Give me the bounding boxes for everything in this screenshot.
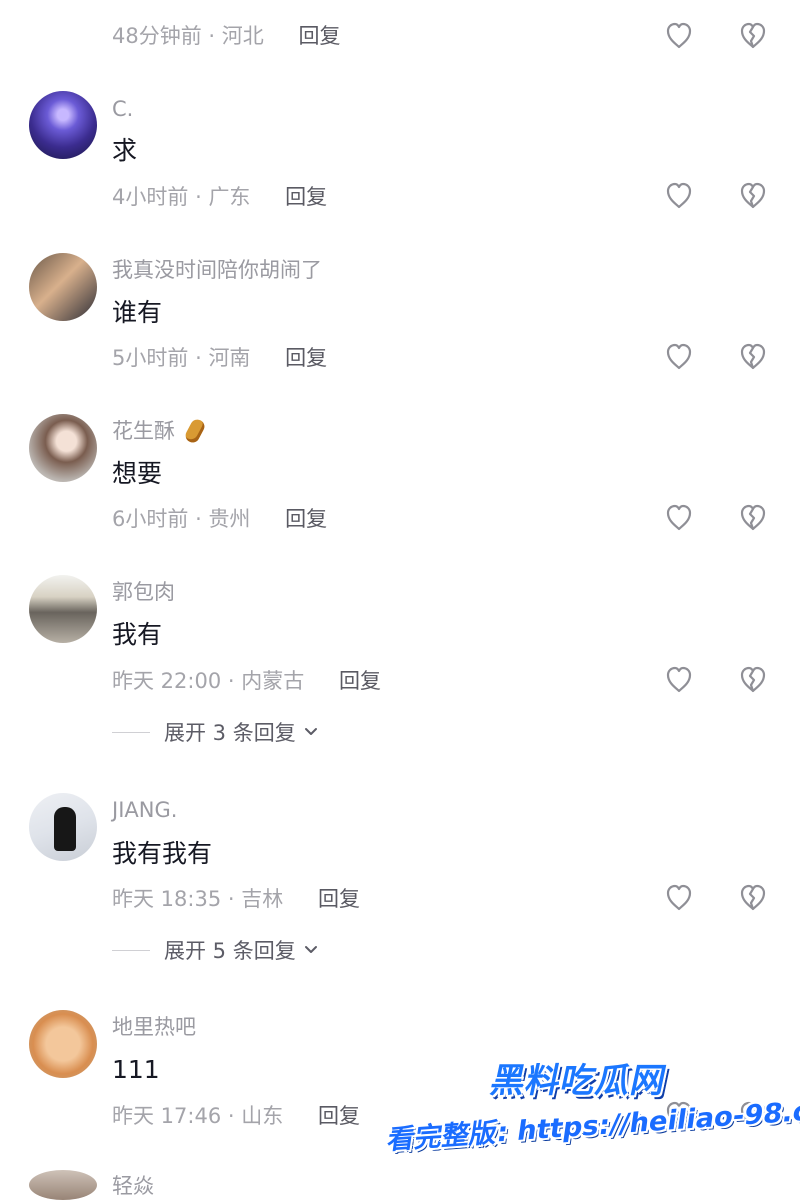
comment-time: 6小时前 — [112, 507, 189, 531]
meta-separator: · — [227, 887, 235, 911]
reply-button[interactable]: 回复 — [285, 343, 327, 373]
chevron-down-icon — [304, 727, 318, 737]
broken-heart-icon[interactable] — [738, 22, 768, 50]
watermark-title: 黑料吃瓜网 — [487, 1061, 671, 1101]
watermark: 黑料吃瓜网 看完整版: https://heiliao-98.com — [385, 1048, 800, 1168]
avatar[interactable] — [29, 1170, 97, 1200]
meta-separator: · — [208, 24, 216, 48]
expand-replies-label: 展开 3 条回复 — [164, 721, 296, 745]
meta-separator: · — [227, 1104, 235, 1128]
meta-separator: · — [195, 346, 202, 370]
heart-icon[interactable] — [664, 22, 694, 50]
avatar[interactable] — [29, 91, 97, 159]
comment-location: 吉林 — [241, 887, 284, 911]
comment-location: 河北 — [221, 24, 264, 48]
comment-location: 河南 — [208, 346, 251, 370]
comment-meta: 48分钟前 · 河北 回复 — [112, 21, 340, 51]
comment-text: 我有 — [112, 620, 163, 649]
comment-meta: 昨天 17:46 · 山东 回复 — [112, 1101, 360, 1131]
broken-heart-icon[interactable] — [738, 666, 768, 694]
avatar[interactable] — [29, 575, 97, 643]
comment-nickname[interactable]: 我真没时间陪你胡闹了 — [112, 257, 322, 283]
avatar[interactable] — [29, 414, 97, 482]
meta-separator: · — [227, 669, 235, 693]
comment-text: 我有我有 — [112, 839, 213, 868]
comment-nickname[interactable]: 郭包肉 — [112, 579, 175, 605]
comment-time: 5小时前 — [112, 346, 189, 370]
expand-replies-button[interactable]: 展开 5 条回复 — [112, 934, 318, 966]
expand-divider — [112, 949, 150, 951]
avatar[interactable] — [29, 253, 97, 321]
reply-button[interactable]: 回复 — [298, 21, 340, 51]
comments-screen: 48分钟前 · 河北 回复 C. 求 4小时前 · 广东 回复 我真没时间陪你胡… — [0, 0, 800, 1200]
comment-time: 48分钟前 — [112, 24, 202, 48]
comment-location: 内蒙古 — [241, 669, 305, 693]
comment-text: 111 — [112, 1055, 160, 1084]
broken-heart-icon[interactable] — [738, 182, 768, 210]
comment-time: 昨天 18:35 — [112, 887, 222, 911]
reply-button[interactable]: 回复 — [318, 884, 360, 914]
meta-separator: · — [195, 185, 202, 209]
comment-time: 昨天 22:00 — [112, 669, 222, 693]
comment-meta: 4小时前 · 广东 回复 — [112, 182, 327, 212]
comment-meta: 昨天 22:00 · 内蒙古 回复 — [112, 666, 381, 696]
avatar-figure — [54, 807, 76, 851]
comment-time: 4小时前 — [112, 185, 189, 209]
comment-meta: 6小时前 · 贵州 回复 — [112, 504, 327, 534]
avatar[interactable] — [29, 793, 97, 861]
comment-location: 贵州 — [208, 507, 251, 531]
comment-nickname[interactable]: 地里热吧 — [112, 1014, 196, 1040]
reply-button[interactable]: 回复 — [285, 182, 327, 212]
comment-meta: 5小时前 · 河南 回复 — [112, 343, 327, 373]
reply-button[interactable]: 回复 — [339, 666, 381, 696]
reply-button[interactable]: 回复 — [285, 504, 327, 534]
comment-nickname[interactable]: 花生酥 — [112, 417, 207, 445]
chevron-down-icon — [304, 945, 318, 955]
heart-icon[interactable] — [664, 666, 694, 694]
comment-text: 想要 — [112, 459, 163, 488]
expand-divider — [112, 731, 150, 733]
comment-location: 广东 — [208, 185, 251, 209]
peanut-icon — [182, 417, 207, 445]
comment-text: 谁有 — [112, 298, 163, 327]
comment-text: 求 — [112, 136, 138, 165]
expand-replies-button[interactable]: 展开 3 条回复 — [112, 716, 318, 748]
reply-button[interactable]: 回复 — [318, 1101, 360, 1131]
broken-heart-icon[interactable] — [738, 343, 768, 371]
broken-heart-icon[interactable] — [738, 884, 768, 912]
comment-meta: 昨天 18:35 · 吉林 回复 — [112, 884, 360, 914]
heart-icon[interactable] — [664, 884, 694, 912]
heart-icon[interactable] — [664, 343, 694, 371]
avatar[interactable] — [29, 1010, 97, 1078]
broken-heart-icon[interactable] — [738, 1101, 768, 1129]
nickname-text: 花生酥 — [112, 419, 175, 443]
heart-icon[interactable] — [664, 1101, 694, 1129]
comment-nickname[interactable]: JIANG. — [112, 797, 177, 823]
comment-nickname[interactable]: C. — [112, 96, 133, 122]
heart-icon[interactable] — [664, 182, 694, 210]
expand-replies-label: 展开 5 条回复 — [164, 939, 296, 963]
broken-heart-icon[interactable] — [738, 504, 768, 532]
heart-icon[interactable] — [664, 504, 694, 532]
comment-location: 山东 — [241, 1104, 284, 1128]
meta-separator: · — [195, 507, 202, 531]
comment-nickname[interactable]: 轻焱 — [112, 1173, 154, 1199]
comment-time: 昨天 17:46 — [112, 1104, 222, 1128]
